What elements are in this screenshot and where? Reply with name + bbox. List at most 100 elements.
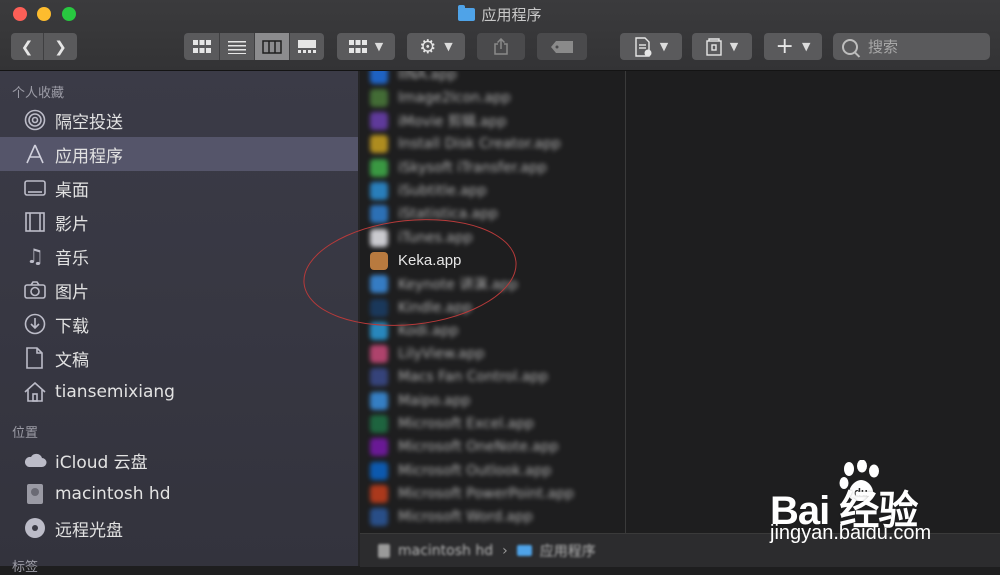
sidebar-item-label: 应用程序 <box>55 146 123 167</box>
file-row[interactable]: iSubtitle.app <box>360 180 625 203</box>
chevron-down-icon: ▼ <box>659 40 669 53</box>
file-name: iSubtitle.app <box>398 183 487 199</box>
kodi-icon <box>370 321 388 340</box>
file-name: Microsoft Excel.app <box>398 416 535 432</box>
star-icon <box>370 112 388 131</box>
new-document-button[interactable]: ▼ <box>620 33 682 60</box>
share-icon <box>494 38 508 55</box>
file-name: Install Disk Creator.app <box>398 136 561 153</box>
path-item-folder[interactable]: 应用程序 <box>516 541 596 561</box>
baidu-jingyan-watermark: du Bai 经验 jingyan.baidu.com <box>770 460 990 560</box>
keka-icon <box>370 251 388 270</box>
sidebar-item-macintosh-hd[interactable]: macintosh hd <box>0 477 358 511</box>
transfer-icon <box>370 158 388 177</box>
file-row[interactable]: Maipo.app <box>360 389 625 412</box>
sidebar-item-music[interactable]: ♫ 音乐 <box>0 239 358 273</box>
file-name: Microsoft Word.app <box>398 509 533 526</box>
column-view-button[interactable] <box>255 33 290 60</box>
view-mode-group <box>184 33 324 60</box>
file-name: Microsoft PowerPoint.app <box>398 485 575 502</box>
file-row[interactable]: Microsoft PowerPoint.app <box>360 482 625 505</box>
file-row[interactable]: iTunes.app <box>360 226 625 249</box>
chevron-down-icon: ▼ <box>801 40 811 53</box>
path-item-label: macintosh hd <box>398 542 494 559</box>
chevron-left-icon: ❮ <box>20 37 34 56</box>
file-row[interactable]: Keka.app <box>360 249 625 272</box>
tag-icon <box>551 40 573 53</box>
file-row[interactable]: Microsoft Excel.app <box>360 413 625 436</box>
file-name: iSkysoft iTransfer.app <box>398 159 547 176</box>
sidebar-item-documents[interactable]: 文稿 <box>0 341 358 375</box>
chevron-down-icon: ▼ <box>729 40 739 53</box>
file-row[interactable]: Microsoft OneNote.app <box>360 436 625 459</box>
gallery-view-button[interactable] <box>290 33 324 60</box>
file-row[interactable]: Microsoft Outlook.app <box>360 459 625 482</box>
download-icon <box>23 312 47 336</box>
lilyview-icon <box>370 345 388 364</box>
sidebar: 个人收藏 隔空投送 应用程序 桌面 影片 ♫ 音乐 图片 下载 文稿 tians… <box>0 71 358 575</box>
sidebar-item-label: 图片 <box>55 282 89 303</box>
file-row[interactable]: Image2Icon.app <box>360 86 625 109</box>
file-name: iMovie 剪辑.app <box>398 114 507 131</box>
file-name: Kodi.app <box>398 322 459 339</box>
file-row[interactable]: iSkysoft iTransfer.app <box>360 156 625 179</box>
file-name: iStatistica.app <box>398 206 498 223</box>
archive-icon <box>706 37 722 56</box>
arrange-menu-button[interactable]: ▼ <box>337 33 395 60</box>
sidebar-item-desktop[interactable]: 桌面 <box>0 171 358 205</box>
fan-icon <box>370 368 388 387</box>
back-button[interactable]: ❮ <box>11 33 44 60</box>
file-row[interactable]: Kindle.app <box>360 296 625 319</box>
gallery-view-icon <box>298 39 316 53</box>
sidebar-item-remote-disc[interactable]: 远程光盘 <box>0 511 358 545</box>
file-row[interactable]: Keynote 讲演.app <box>360 273 625 296</box>
folder-icon <box>458 5 476 21</box>
gear-icon: ⚙ <box>419 35 437 58</box>
file-name: iTunes.app <box>398 229 473 246</box>
file-row[interactable]: Macs Fan Control.app <box>360 366 625 389</box>
grid-icon <box>348 39 367 53</box>
file-row[interactable]: Install Disk Creator.app <box>360 133 625 156</box>
file-row[interactable]: iStatistica.app <box>360 203 625 226</box>
cloud-icon <box>23 448 47 472</box>
file-name: Microsoft Outlook.app <box>398 462 552 479</box>
sidebar-item-icloud[interactable]: iCloud 云盘 <box>0 443 358 477</box>
image2icon-icon <box>370 88 388 107</box>
movies-icon <box>23 210 47 234</box>
archive-button[interactable]: ▼ <box>692 33 752 60</box>
sidebar-item-home[interactable]: tiansemixiang <box>0 375 358 409</box>
sidebar-item-movies[interactable]: 影片 <box>0 205 358 239</box>
sidebar-item-label: 音乐 <box>55 248 89 269</box>
forward-button[interactable]: ❯ <box>44 33 77 60</box>
sidebar-item-label: 文稿 <box>55 350 89 371</box>
file-row[interactable]: Kodi.app <box>360 319 625 342</box>
itunes-icon <box>370 228 388 247</box>
file-row[interactable]: IINA.app <box>360 71 625 86</box>
file-row[interactable]: iMovie 剪辑.app <box>360 110 625 133</box>
sidebar-item-applications[interactable]: 应用程序 <box>0 137 358 171</box>
list-view-button[interactable] <box>220 33 255 60</box>
home-icon <box>23 380 47 404</box>
finder-window: 应用程序 ❮ ❯ ▼ ⚙ ▼ ▼ ▼ + ▼ 搜索 个人收藏 隔空投送 应用程序… <box>0 0 1000 575</box>
column-view-icon <box>262 39 282 54</box>
search-field[interactable]: 搜索 <box>833 33 990 60</box>
action-menu-button[interactable]: ⚙ ▼ <box>407 33 465 60</box>
file-row[interactable]: Microsoft Word.app <box>360 506 625 529</box>
tag-button[interactable] <box>537 33 587 60</box>
icon-view-button[interactable] <box>184 33 220 60</box>
applications-icon <box>23 142 47 166</box>
favorites-header: 个人收藏 <box>12 86 65 101</box>
sidebar-item-airdrop[interactable]: 隔空投送 <box>0 103 358 137</box>
add-button[interactable]: + ▼ <box>764 33 822 60</box>
sidebar-item-downloads[interactable]: 下载 <box>0 307 358 341</box>
share-button[interactable] <box>477 33 525 60</box>
file-name: Image2Icon.app <box>398 89 511 106</box>
path-item-disk[interactable]: macintosh hd <box>360 543 493 559</box>
file-name: Macs Fan Control.app <box>398 369 549 386</box>
sidebar-item-pictures[interactable]: 图片 <box>0 273 358 307</box>
file-name: Keynote 讲演.app <box>398 277 519 294</box>
navigation-buttons: ❮ ❯ <box>11 33 77 60</box>
chevron-right-icon: ❯ <box>54 37 67 56</box>
file-name: Keka.app <box>398 252 462 270</box>
file-row[interactable]: LilyView.app <box>360 343 625 366</box>
